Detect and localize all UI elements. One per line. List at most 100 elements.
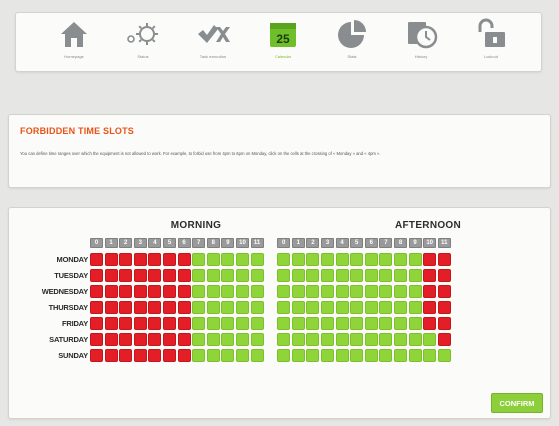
time-slot-saturday-12[interactable] xyxy=(277,333,291,346)
time-slot-monday-10[interactable] xyxy=(236,253,249,266)
time-slot-friday-23[interactable] xyxy=(437,317,451,330)
time-slot-monday-2[interactable] xyxy=(119,253,133,266)
time-slot-sunday-7[interactable] xyxy=(192,349,206,362)
time-slot-friday-13[interactable] xyxy=(291,317,305,330)
time-slot-wednesday-6[interactable] xyxy=(177,285,191,298)
time-slot-wednesday-0[interactable] xyxy=(90,285,103,298)
time-slot-wednesday-21[interactable] xyxy=(408,285,422,298)
time-slot-friday-11[interactable] xyxy=(250,317,264,330)
time-slot-friday-17[interactable] xyxy=(350,317,364,330)
time-slot-sunday-1[interactable] xyxy=(104,349,118,362)
time-slot-thursday-21[interactable] xyxy=(408,301,422,314)
time-slot-tuesday-22[interactable] xyxy=(423,269,437,282)
time-slot-friday-1[interactable] xyxy=(104,317,118,330)
time-slot-monday-19[interactable] xyxy=(379,253,393,266)
time-slot-saturday-9[interactable] xyxy=(221,333,235,346)
time-slot-thursday-5[interactable] xyxy=(163,301,176,314)
time-slot-saturday-19[interactable] xyxy=(379,333,393,346)
nav-item-history[interactable]: History xyxy=(389,17,453,69)
time-slot-saturday-16[interactable] xyxy=(335,333,349,346)
time-slot-saturday-17[interactable] xyxy=(350,333,364,346)
time-slot-sunday-3[interactable] xyxy=(133,349,147,362)
time-slot-monday-7[interactable] xyxy=(192,253,206,266)
time-slot-saturday-7[interactable] xyxy=(192,333,206,346)
time-slot-sunday-8[interactable] xyxy=(206,349,220,362)
time-slot-sunday-0[interactable] xyxy=(90,349,103,362)
time-slot-friday-8[interactable] xyxy=(206,317,220,330)
time-slot-monday-14[interactable] xyxy=(306,253,320,266)
time-slot-tuesday-15[interactable] xyxy=(321,269,334,282)
time-slot-tuesday-0[interactable] xyxy=(90,269,103,282)
time-slot-monday-21[interactable] xyxy=(408,253,422,266)
time-slot-monday-18[interactable] xyxy=(364,253,378,266)
time-slot-saturday-20[interactable] xyxy=(394,333,407,346)
time-slot-wednesday-19[interactable] xyxy=(379,285,393,298)
time-slot-thursday-1[interactable] xyxy=(104,301,118,314)
time-slot-tuesday-20[interactable] xyxy=(394,269,407,282)
time-slot-monday-1[interactable] xyxy=(104,253,118,266)
time-slot-saturday-8[interactable] xyxy=(206,333,220,346)
time-slot-wednesday-15[interactable] xyxy=(321,285,334,298)
time-slot-friday-9[interactable] xyxy=(221,317,235,330)
time-slot-friday-12[interactable] xyxy=(277,317,291,330)
time-slot-saturday-10[interactable] xyxy=(236,333,249,346)
time-slot-tuesday-13[interactable] xyxy=(291,269,305,282)
time-slot-monday-6[interactable] xyxy=(177,253,191,266)
time-slot-tuesday-21[interactable] xyxy=(408,269,422,282)
time-slot-sunday-17[interactable] xyxy=(350,349,364,362)
nav-item-status[interactable]: Status xyxy=(111,17,175,69)
time-slot-sunday-21[interactable] xyxy=(408,349,422,362)
time-slot-sunday-11[interactable] xyxy=(250,349,264,362)
time-slot-friday-16[interactable] xyxy=(335,317,349,330)
time-slot-sunday-15[interactable] xyxy=(321,349,334,362)
time-slot-friday-19[interactable] xyxy=(379,317,393,330)
time-slot-friday-21[interactable] xyxy=(408,317,422,330)
time-slot-thursday-10[interactable] xyxy=(236,301,249,314)
time-slot-tuesday-8[interactable] xyxy=(206,269,220,282)
time-slot-friday-14[interactable] xyxy=(306,317,320,330)
time-slot-friday-3[interactable] xyxy=(133,317,147,330)
time-slot-wednesday-5[interactable] xyxy=(163,285,176,298)
time-slot-tuesday-1[interactable] xyxy=(104,269,118,282)
time-slot-tuesday-9[interactable] xyxy=(221,269,235,282)
time-slot-monday-13[interactable] xyxy=(291,253,305,266)
time-slot-saturday-2[interactable] xyxy=(119,333,133,346)
time-slot-saturday-22[interactable] xyxy=(423,333,437,346)
time-slot-friday-7[interactable] xyxy=(192,317,206,330)
time-slot-tuesday-23[interactable] xyxy=(437,269,451,282)
time-slot-thursday-15[interactable] xyxy=(321,301,334,314)
time-slot-sunday-6[interactable] xyxy=(177,349,191,362)
time-slot-tuesday-19[interactable] xyxy=(379,269,393,282)
time-slot-thursday-22[interactable] xyxy=(423,301,437,314)
time-slot-sunday-22[interactable] xyxy=(423,349,437,362)
time-slot-wednesday-18[interactable] xyxy=(364,285,378,298)
time-slot-thursday-9[interactable] xyxy=(221,301,235,314)
time-slot-wednesday-4[interactable] xyxy=(148,285,162,298)
time-slot-sunday-20[interactable] xyxy=(394,349,407,362)
time-slot-sunday-12[interactable] xyxy=(277,349,291,362)
time-slot-wednesday-7[interactable] xyxy=(192,285,206,298)
time-slot-friday-6[interactable] xyxy=(177,317,191,330)
nav-item-task-execution[interactable]: Task execution xyxy=(181,17,245,69)
time-slot-friday-22[interactable] xyxy=(423,317,437,330)
time-slot-monday-15[interactable] xyxy=(321,253,334,266)
time-slot-friday-20[interactable] xyxy=(394,317,407,330)
time-slot-saturday-18[interactable] xyxy=(364,333,378,346)
time-slot-monday-0[interactable] xyxy=(90,253,103,266)
time-slot-monday-5[interactable] xyxy=(163,253,176,266)
time-slot-tuesday-16[interactable] xyxy=(335,269,349,282)
time-slot-monday-23[interactable] xyxy=(437,253,451,266)
time-slot-friday-5[interactable] xyxy=(163,317,176,330)
time-slot-saturday-21[interactable] xyxy=(408,333,422,346)
time-slot-friday-0[interactable] xyxy=(90,317,103,330)
time-slot-thursday-4[interactable] xyxy=(148,301,162,314)
time-slot-saturday-0[interactable] xyxy=(90,333,103,346)
time-slot-wednesday-1[interactable] xyxy=(104,285,118,298)
time-slot-tuesday-2[interactable] xyxy=(119,269,133,282)
time-slot-wednesday-10[interactable] xyxy=(236,285,249,298)
time-slot-thursday-20[interactable] xyxy=(394,301,407,314)
time-slot-monday-9[interactable] xyxy=(221,253,235,266)
time-slot-wednesday-16[interactable] xyxy=(335,285,349,298)
time-slot-wednesday-23[interactable] xyxy=(437,285,451,298)
time-slot-sunday-19[interactable] xyxy=(379,349,393,362)
